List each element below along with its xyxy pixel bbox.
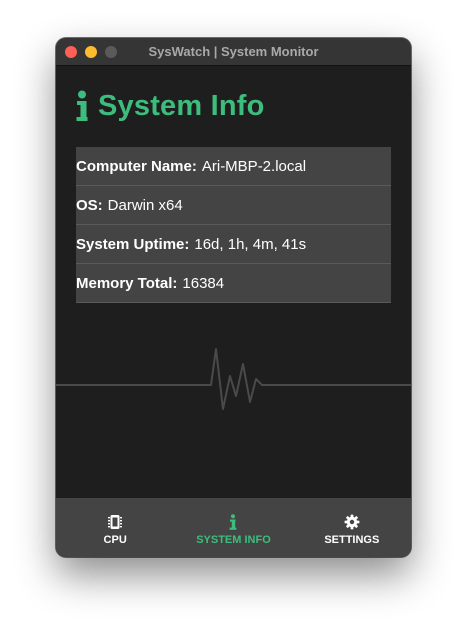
tab-cpu[interactable]: CPU bbox=[56, 498, 174, 557]
bottom-tab-bar: CPU SYSTEM INFO SETTINGS bbox=[56, 498, 411, 557]
title-bar: SysWatch | System Monitor bbox=[56, 38, 411, 66]
info-row-memory-total: Memory Total: 16384 bbox=[76, 264, 391, 303]
page-heading: System Info bbox=[74, 86, 265, 126]
info-label: System Uptime: bbox=[76, 235, 190, 253]
tab-label: SETTINGS bbox=[324, 534, 380, 546]
page-title: System Info bbox=[98, 89, 265, 122]
info-label: Computer Name: bbox=[76, 157, 197, 175]
window-title: SysWatch | System Monitor bbox=[148, 44, 319, 59]
info-value: Ari-MBP-2.local bbox=[201, 157, 307, 175]
tab-settings[interactable]: SETTINGS bbox=[293, 498, 411, 557]
info-icon bbox=[76, 90, 88, 121]
info-value: 16384 bbox=[182, 274, 225, 292]
app-window: SysWatch | System Monitor System Info Co… bbox=[56, 38, 411, 557]
info-label: OS: bbox=[76, 196, 103, 214]
microchip-icon bbox=[108, 515, 123, 529]
info-row-computer-name: Computer Name: Ari-MBP-2.local bbox=[76, 147, 391, 186]
tab-system-info[interactable]: SYSTEM INFO bbox=[174, 498, 292, 557]
info-row-uptime: System Uptime: 16d, 1h, 4m, 41s bbox=[76, 225, 391, 264]
tab-label: CPU bbox=[103, 534, 127, 546]
info-icon bbox=[230, 514, 237, 530]
info-value: 16d, 1h, 4m, 41s bbox=[194, 235, 307, 253]
heartbeat-line bbox=[56, 348, 411, 410]
tab-label: SYSTEM INFO bbox=[196, 534, 271, 546]
info-label: Memory Total: bbox=[76, 274, 178, 292]
main-content: System Info Computer Name: Ari-MBP-2.loc… bbox=[56, 66, 411, 498]
gear-icon bbox=[344, 514, 360, 530]
system-info-list: Computer Name: Ari-MBP-2.local OS: Darwi… bbox=[76, 147, 391, 303]
info-value: Darwin x64 bbox=[107, 196, 183, 214]
info-row-os: OS: Darwin x64 bbox=[76, 186, 391, 225]
